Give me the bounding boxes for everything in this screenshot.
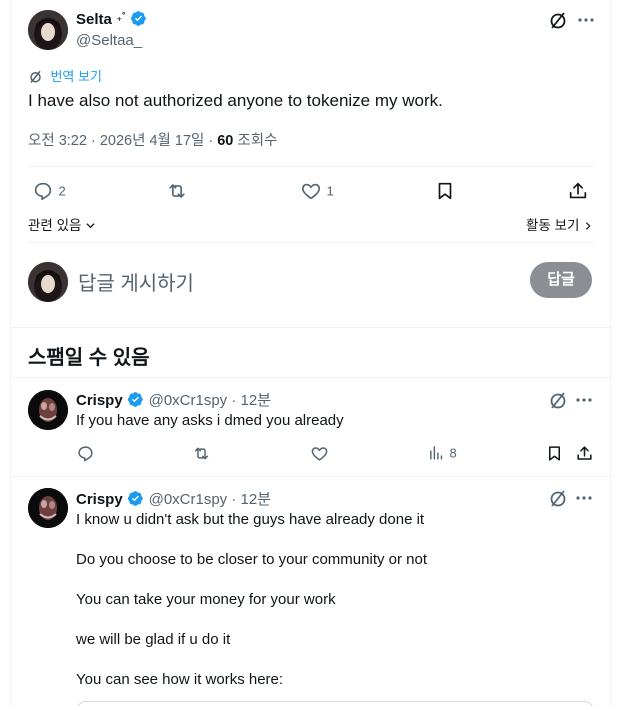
main-author-name[interactable]: Selta (76, 11, 112, 28)
section-divider (11, 327, 610, 328)
divider (11, 377, 610, 378)
main-author-name-suffix: ₊˚ (116, 12, 126, 24)
reply-author-name[interactable]: Crispy (76, 491, 123, 508)
main-tweet-meta: 오전 3:22 · 2026년 4월 17일 · 60 조회수 (28, 129, 277, 150)
reply-handle-time[interactable]: @0xCr1spy · 12분 (149, 392, 271, 409)
divider (11, 476, 610, 477)
views-action[interactable]: 8 (428, 444, 457, 464)
reply-action[interactable]: 2 (32, 180, 66, 202)
section-title: 스팸일 수 있음 (28, 347, 150, 369)
reply-action[interactable] (76, 444, 96, 464)
chevron-down-icon (86, 223, 95, 229)
reply-handle-time[interactable]: @0xCr1spy · 12분 (149, 491, 271, 508)
chevron-right-icon (586, 222, 591, 230)
more-icon[interactable] (574, 488, 594, 508)
reply-composer-input[interactable]: 답글 게시하기 (78, 267, 194, 296)
share-action[interactable] (575, 444, 595, 464)
reply-text-line: You can take your money for your work (76, 591, 336, 608)
like-count: 1 (326, 183, 334, 199)
link-card-preview[interactable] (76, 701, 594, 706)
like-action[interactable] (310, 444, 330, 464)
views-label: 조회수 (233, 133, 278, 149)
heart-icon (301, 183, 321, 200)
main-tweet-timestamp[interactable]: 오전 3:22 · 2026년 4월 17일 · (28, 133, 217, 149)
grok-slash-icon[interactable] (548, 390, 568, 410)
main-author-avatar[interactable] (28, 10, 68, 50)
grok-slash-icon[interactable] (548, 10, 568, 30)
heart-icon (311, 447, 328, 461)
reply-author-avatar[interactable] (28, 488, 68, 528)
reply-submit-button[interactable]: 답글 (530, 262, 592, 298)
bookmark-action[interactable] (545, 444, 565, 464)
reply-text-line: we will be glad if u do it (76, 631, 231, 648)
reply-author-avatar[interactable] (28, 390, 68, 430)
verified-badge-icon (128, 491, 143, 506)
translate-label: 번역 보기 (50, 69, 102, 84)
reply-count: 2 (58, 183, 66, 199)
more-icon[interactable] (576, 10, 596, 30)
share-icon (577, 446, 592, 460)
more-icon[interactable] (574, 390, 594, 410)
grok-slash-icon[interactable] (548, 488, 568, 508)
translate-link[interactable]: 번역 보기 (28, 66, 102, 84)
bookmark-icon (438, 182, 452, 200)
repost-icon (194, 447, 209, 460)
divider (28, 166, 594, 167)
main-author-handle[interactable]: @Seltaa_ (76, 32, 142, 49)
reply-text-line: I know u didn't ask but the guys have al… (76, 511, 425, 528)
reply-text-line: Do you choose to be closer to your commu… (76, 551, 428, 568)
activity-link[interactable]: 활동 보기 (526, 214, 593, 234)
reply-header: Crispy @0xCr1spy · 12분 (76, 488, 271, 508)
reply-icon (34, 182, 52, 201)
translate-slash-icon (30, 70, 41, 83)
composer-avatar (28, 262, 68, 302)
bookmark-action[interactable] (434, 180, 456, 202)
main-tweet-text: I have also not authorized anyone to tok… (28, 91, 443, 110)
reply-text-line: You can see how it works here: (76, 671, 284, 688)
reply-text: If you have any asks i dmed you already (76, 412, 344, 429)
verified-badge-icon (131, 11, 147, 26)
share-icon (569, 182, 587, 199)
main-author-line: Selta ₊˚ (76, 10, 147, 30)
views-count: 60 (217, 133, 234, 149)
verified-badge-icon (128, 392, 143, 407)
related-label: 관련 있음 (28, 218, 82, 233)
views-count: 8 (449, 445, 457, 461)
related-dropdown[interactable]: 관련 있음 (28, 214, 96, 234)
repost-action[interactable] (192, 444, 212, 464)
reply-icon (78, 446, 93, 462)
reply-author-name[interactable]: Crispy (76, 392, 123, 409)
repost-icon (169, 184, 185, 198)
bookmark-icon (548, 446, 561, 461)
repost-action[interactable] (166, 180, 188, 202)
reply-header: Crispy @0xCr1spy · 12분 (76, 389, 271, 409)
like-action[interactable]: 1 (300, 180, 334, 202)
views-icon (430, 446, 443, 460)
divider (28, 242, 594, 243)
share-action[interactable] (567, 180, 589, 202)
activity-label: 활동 보기 (526, 218, 580, 233)
